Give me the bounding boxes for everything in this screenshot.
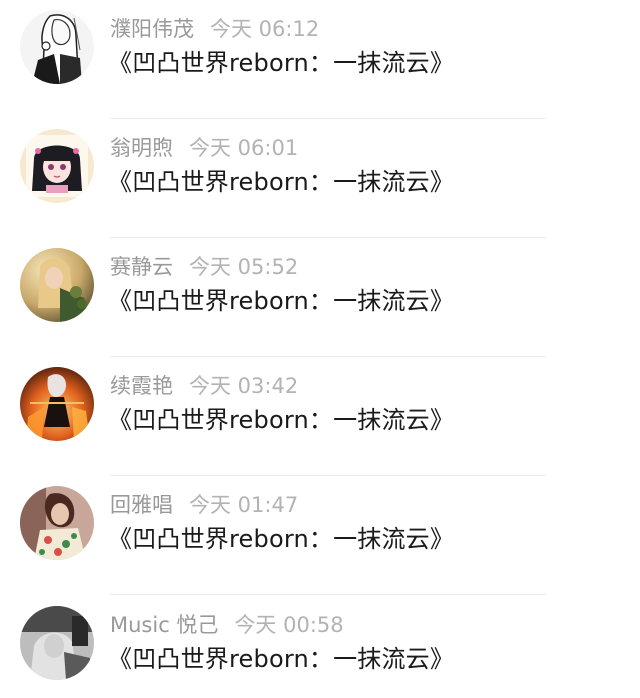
comment-time: 今天 06:12 <box>210 17 320 41</box>
user-name[interactable]: 回雅唱 <box>110 493 173 517</box>
comment-item[interactable]: 续霞艳 今天 03:42 《凹凸世界reborn：一抹流云》 <box>0 357 640 476</box>
comment-meta: 翁明煦 今天 06:01 <box>110 133 298 163</box>
comment-time: 今天 01:47 <box>189 493 299 517</box>
comment-text: 《凹凸世界reborn：一抹流云》 <box>108 645 455 673</box>
comment-text: 《凹凸世界reborn：一抹流云》 <box>108 168 455 196</box>
comment-text: 《凹凸世界reborn：一抹流云》 <box>108 525 455 553</box>
comment-item[interactable]: 回雅唱 今天 01:47 《凹凸世界reborn：一抹流云》 <box>0 476 640 595</box>
user-avatar[interactable] <box>20 486 94 560</box>
comment-item[interactable]: 濮阳伟茂 今天 06:12 《凹凸世界reborn：一抹流云》 <box>0 0 640 119</box>
comment-list: 濮阳伟茂 今天 06:12 《凹凸世界reborn：一抹流云》 翁明煦 今天 06:… <box>0 0 640 698</box>
user-name[interactable]: 翁明煦 <box>110 136 173 160</box>
user-name[interactable]: 续霞艳 <box>110 374 173 398</box>
comment-text: 《凹凸世界reborn：一抹流云》 <box>108 49 455 77</box>
user-avatar[interactable] <box>20 367 94 441</box>
comment-meta: Music 悦己 今天 00:58 <box>110 610 344 640</box>
grayscale-photo-avatar <box>20 606 94 680</box>
comment-time: 今天 06:01 <box>189 136 299 160</box>
anime-girl-black-hair-avatar <box>20 129 94 203</box>
comment-item[interactable]: 翁明煦 今天 06:01 《凹凸世界reborn：一抹流云》 <box>0 119 640 238</box>
comment-meta: 赛静云 今天 05:52 <box>110 252 298 282</box>
user-name[interactable]: 濮阳伟茂 <box>110 17 194 41</box>
user-avatar[interactable] <box>20 10 94 84</box>
comment-text: 《凹凸世界reborn：一抹流云》 <box>108 406 455 434</box>
comment-time: 今天 03:42 <box>189 374 299 398</box>
comment-meta: 濮阳伟茂 今天 06:12 <box>110 14 319 44</box>
blonde-girl-photo-avatar <box>20 248 94 322</box>
user-avatar[interactable] <box>20 248 94 322</box>
user-name[interactable]: 赛静云 <box>110 255 173 279</box>
comment-time: 今天 00:58 <box>234 613 344 637</box>
floral-dress-girl-avatar <box>20 486 94 560</box>
anime-fire-warrior-avatar <box>20 367 94 441</box>
comment-time: 今天 05:52 <box>189 255 299 279</box>
comment-meta: 回雅唱 今天 01:47 <box>110 490 298 520</box>
user-avatar[interactable] <box>20 129 94 203</box>
divider <box>110 594 546 595</box>
comment-text: 《凹凸世界reborn：一抹流云》 <box>108 287 455 315</box>
user-name[interactable]: Music 悦己 <box>110 613 218 637</box>
monochrome-manga-girl-avatar <box>20 10 94 84</box>
comment-item[interactable]: 赛静云 今天 05:52 《凹凸世界reborn：一抹流云》 <box>0 238 640 357</box>
comment-item[interactable]: Music 悦己 今天 00:58 《凹凸世界reborn：一抹流云》 <box>0 596 640 698</box>
comment-meta: 续霞艳 今天 03:42 <box>110 371 298 401</box>
user-avatar[interactable] <box>20 606 94 680</box>
